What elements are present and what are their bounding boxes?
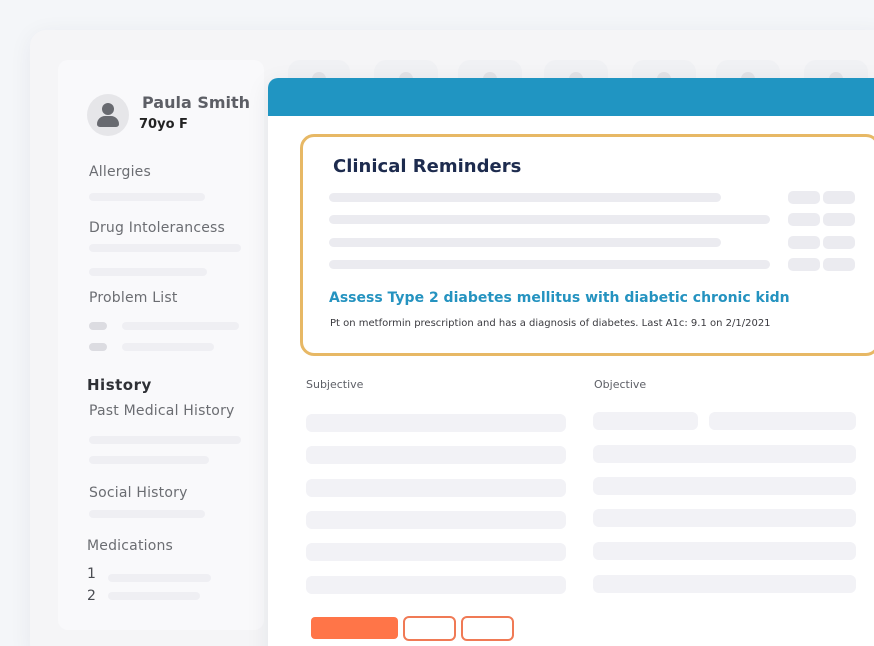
avatar-head [102, 103, 114, 115]
placeholder-line [329, 260, 770, 269]
placeholder-chip [823, 191, 855, 204]
sidebar-item-allergies[interactable]: Allergies [89, 164, 151, 180]
subjective-field[interactable] [306, 576, 566, 594]
placeholder-line [329, 238, 721, 247]
placeholder-line [329, 193, 721, 202]
medication-number: 1 [87, 566, 96, 582]
sidebar-item-drug-intolerances[interactable]: Drug Intolerancess [89, 220, 225, 236]
objective-field[interactable] [593, 445, 856, 463]
reminder-link[interactable]: Assess Type 2 diabetes mellitus with dia… [329, 290, 790, 306]
sidebar-item-social-history[interactable]: Social History [89, 485, 188, 501]
objective-field[interactable] [593, 575, 856, 593]
sidebar-item-past-medical-history[interactable]: Past Medical History [89, 403, 235, 419]
clinical-reminders-title: Clinical Reminders [333, 156, 522, 177]
placeholder-bar [89, 244, 241, 252]
objective-label: Objective [594, 378, 647, 391]
placeholder-bar [108, 574, 211, 582]
secondary-action-button[interactable] [403, 616, 456, 641]
placeholder-bar [89, 456, 209, 464]
history-heading: History [87, 376, 152, 394]
placeholder-bar [108, 592, 200, 600]
subjective-field[interactable] [306, 414, 566, 432]
subjective-label: Subjective [306, 378, 364, 391]
placeholder-chip [823, 213, 855, 226]
placeholder-chip [788, 258, 820, 271]
objective-field[interactable] [593, 477, 856, 495]
medication-number: 2 [87, 588, 96, 604]
subjective-field[interactable] [306, 446, 566, 464]
placeholder-bar [89, 510, 205, 518]
placeholder-chip [788, 236, 820, 249]
panel-header [268, 78, 874, 116]
placeholder-bar [89, 268, 207, 276]
objective-field[interactable] [593, 412, 698, 430]
placeholder-chip [823, 258, 855, 271]
placeholder-bar [89, 436, 241, 444]
subjective-field[interactable] [306, 543, 566, 561]
patient-name: Paula Smith [142, 93, 251, 112]
objective-field[interactable] [593, 509, 856, 527]
user-avatar-icon [87, 94, 129, 136]
placeholder-line [329, 215, 770, 224]
subjective-field[interactable] [306, 479, 566, 497]
objective-field[interactable] [709, 412, 856, 430]
tertiary-action-button[interactable] [461, 616, 514, 641]
subjective-field[interactable] [306, 511, 566, 529]
problem-pill [89, 343, 107, 351]
placeholder-bar [122, 322, 239, 330]
placeholder-chip [788, 191, 820, 204]
primary-action-button[interactable] [311, 617, 398, 639]
placeholder-bar [89, 193, 205, 201]
avatar-body [97, 116, 119, 127]
problem-pill [89, 322, 107, 330]
objective-field[interactable] [593, 542, 856, 560]
reminder-detail: Pt on metformin prescription and has a d… [330, 318, 771, 329]
patient-age-sex: 70yo F [139, 117, 188, 132]
placeholder-chip [788, 213, 820, 226]
sidebar-item-problem-list[interactable]: Problem List [89, 290, 178, 306]
placeholder-chip [823, 236, 855, 249]
sidebar-item-medications[interactable]: Medications [87, 538, 173, 554]
placeholder-bar [122, 343, 214, 351]
